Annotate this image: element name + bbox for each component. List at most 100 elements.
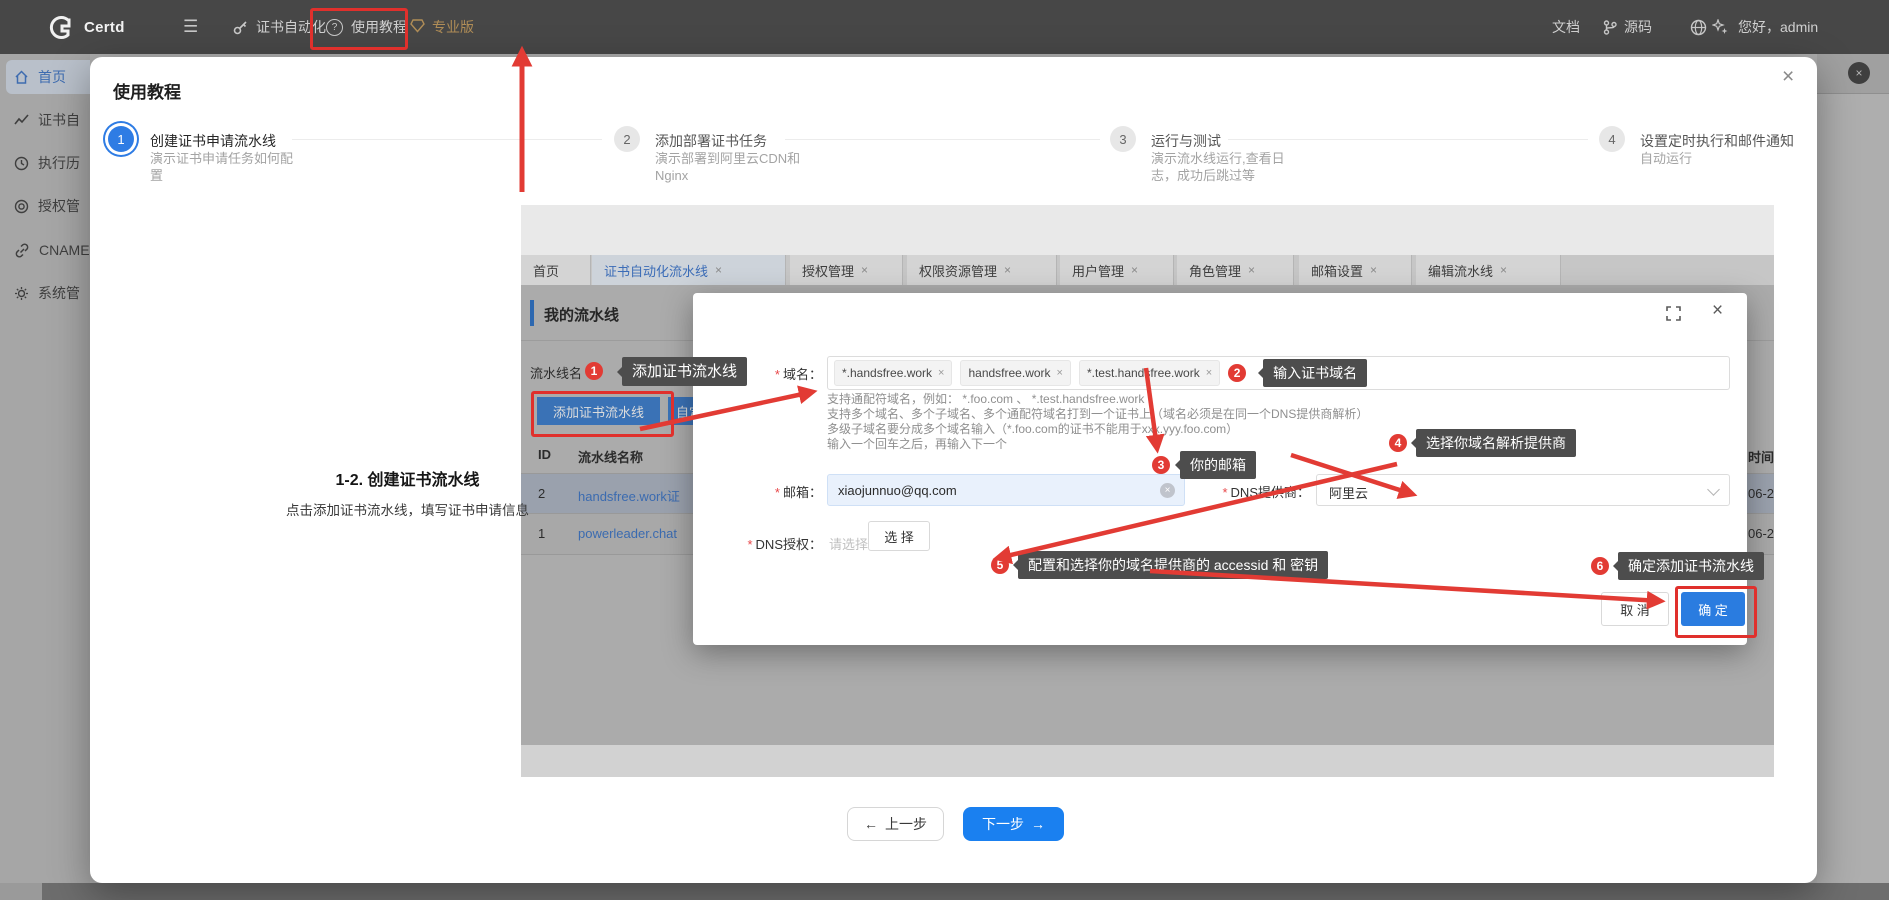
annotation-tip-5: 配置和选择你的域名提供商的 accessid 和 密钥 (1018, 551, 1328, 579)
dns-provider-label: *DNS提供商： (1195, 482, 1310, 501)
annotation-badge-6: 6 (1591, 557, 1609, 575)
page-right-strip (1817, 54, 1889, 883)
nav-pro-label: 专业版 (432, 17, 474, 37)
top-navbar: Certd ☰ 证书自动化 ? 使用教程 专业版 文档 源码 (0, 0, 1889, 54)
tab-mailbox[interactable]: 邮箱设置× (1299, 255, 1412, 285)
cancel-button[interactable]: 取 消 (1601, 592, 1669, 626)
annotation-badge-2: 2 (1228, 364, 1246, 382)
tab-close-icon[interactable]: × (1500, 263, 1507, 277)
email-value: xiaojunnuo@qq.com (838, 483, 957, 498)
left-arrow-icon: ← (864, 816, 878, 832)
annotation-tip-4: 选择你域名解析提供商 (1416, 429, 1576, 457)
clear-icon[interactable]: × (1160, 483, 1175, 498)
dns-provider-select[interactable]: 阿里云 (1316, 474, 1730, 506)
choose-auth-button[interactable]: 选 择 (868, 521, 930, 551)
step-connector (292, 139, 602, 140)
annotation-badge-5: 5 (991, 556, 1009, 574)
domain-help-1: 支持通配符域名，例如： *.foo.com 、 *.test.handsfree… (827, 392, 1144, 408)
tab-roles[interactable]: 角色管理× (1177, 255, 1294, 285)
nav-pro[interactable]: 专业版 (410, 0, 474, 54)
gear-icon (14, 286, 29, 301)
tag-close-icon[interactable]: × (938, 367, 944, 379)
tab-permission[interactable]: 权限资源管理× (907, 255, 1057, 285)
domain-help-3: 多级子域名要分成多个域名输入（*.foo.com的证书不能用于xxx.yyy.f… (827, 422, 1238, 438)
tab-home[interactable]: 首页 (521, 255, 591, 285)
tag-close-icon[interactable]: × (1057, 367, 1063, 379)
prev-step-button[interactable]: ← 上一步 (847, 807, 944, 841)
domain-help-2: 支持多个域名、多个子域名、多个通配符域名打到一个证书上（域名必须是在同一个DNS… (827, 407, 1368, 423)
domain-tag: *.handsfree.work× (834, 360, 952, 386)
annotation-badge-4: 4 (1389, 434, 1407, 452)
globe-icon[interactable] (1690, 0, 1707, 54)
col-id: ID (538, 447, 551, 462)
sidebar-item-auth[interactable]: 授权管 (14, 191, 80, 221)
tab-close-icon[interactable]: × (715, 263, 722, 277)
email-input[interactable]: xiaojunnuo@qq.com × (827, 474, 1185, 506)
tab-close-icon[interactable]: × (1004, 263, 1011, 277)
tab-close-icon[interactable]: × (861, 263, 868, 277)
close-all-tabs-icon[interactable]: × (1848, 62, 1870, 84)
sidebar-item-cert[interactable]: 证书自 (14, 105, 80, 135)
add-pipeline-button[interactable]: 添加证书流水线 (537, 397, 660, 425)
pipeline-link[interactable]: handsfree.work证 (578, 486, 680, 505)
domain-input[interactable]: *.handsfree.work× handsfree.work× *.test… (827, 356, 1730, 390)
dns-auth-placeholder: 请选择 (829, 534, 868, 553)
tab-edit-pipeline[interactable]: 编辑流水线× (1416, 255, 1561, 285)
row-time: 06-2 (1748, 526, 1774, 541)
chart-line-icon (14, 113, 29, 128)
row-id: 1 (538, 526, 545, 541)
required-mark: * (775, 367, 780, 382)
dns-auth-label: *DNS授权： (700, 534, 822, 553)
step-3-title: 运行与测试 (1151, 131, 1221, 151)
home-icon (14, 70, 29, 85)
step-connector (785, 139, 1100, 140)
question-circle-icon: ? (326, 19, 343, 36)
annotation-tip-6: 确定添加证书流水线 (1618, 552, 1764, 580)
sidebar-item-history[interactable]: 执行历 (14, 148, 80, 178)
fullscreen-icon[interactable] (1666, 306, 1681, 326)
chevron-down-icon (1707, 483, 1720, 496)
user-greeting[interactable]: 您好，admin (1738, 0, 1889, 54)
sidebar-item-home[interactable]: 首页 (14, 62, 66, 92)
tag-close-icon[interactable]: × (1206, 367, 1212, 379)
tab-auth[interactable]: 授权管理× (790, 255, 903, 285)
tab-close-icon[interactable]: × (1248, 263, 1255, 277)
step-2-circle: 2 (614, 126, 640, 152)
brand-name[interactable]: Certd (84, 0, 125, 54)
tab-close-icon[interactable]: × (1370, 263, 1377, 277)
sidebar-item-cname[interactable]: CNAME (14, 235, 90, 265)
nav-cert-automation[interactable]: 证书自动化 (233, 0, 326, 54)
pipeline-link[interactable]: powerleader.chat (578, 526, 677, 541)
row-time: 06-2 (1748, 486, 1774, 501)
tab-users[interactable]: 用户管理× (1060, 255, 1174, 285)
sparkles-icon[interactable] (1712, 0, 1729, 54)
sidebar: 首页 证书自 执行历 授权管 CNAME 系统管 (0, 54, 90, 883)
confirm-button[interactable]: 确 定 (1681, 592, 1745, 626)
required-mark: * (775, 485, 780, 500)
screenshot-header-strip (521, 205, 1774, 255)
tab-cert-pipeline[interactable]: 证书自动化流水线× (592, 255, 786, 285)
email-label: *邮箱： (700, 482, 822, 501)
dns-provider-value: 阿里云 (1329, 483, 1368, 502)
nav-source[interactable]: 源码 (1603, 0, 1652, 54)
next-step-button[interactable]: 下一步 → (963, 807, 1064, 841)
certd-logo-icon[interactable] (48, 0, 75, 54)
modal-close-icon[interactable]: × (1782, 66, 1794, 87)
page-bottom-corner (0, 883, 42, 900)
annotation-badge-3: 3 (1152, 456, 1170, 474)
git-branch-icon (1603, 20, 1617, 35)
menu-fold-icon[interactable]: ☰ (183, 0, 198, 54)
required-mark: * (747, 537, 752, 552)
dialog-close-icon[interactable]: × (1712, 300, 1723, 322)
domain-help-4: 输入一个回车之后，再输入下一个 (827, 437, 1007, 453)
clock-icon (14, 156, 29, 171)
nav-docs[interactable]: 文档 (1552, 0, 1580, 54)
tab-close-icon[interactable]: × (1131, 263, 1138, 277)
required-mark: * (1222, 485, 1227, 500)
step-3-desc: 演示流水线运行,查看日志，成功后跳过等 (1151, 150, 1296, 184)
nav-tutorial[interactable]: ? 使用教程 (326, 0, 407, 54)
step-1-circle: 1 (108, 126, 134, 152)
nav-source-label: 源码 (1624, 17, 1652, 37)
annotation-badge-1: 1 (585, 362, 603, 380)
sidebar-item-system[interactable]: 系统管 (14, 278, 80, 308)
